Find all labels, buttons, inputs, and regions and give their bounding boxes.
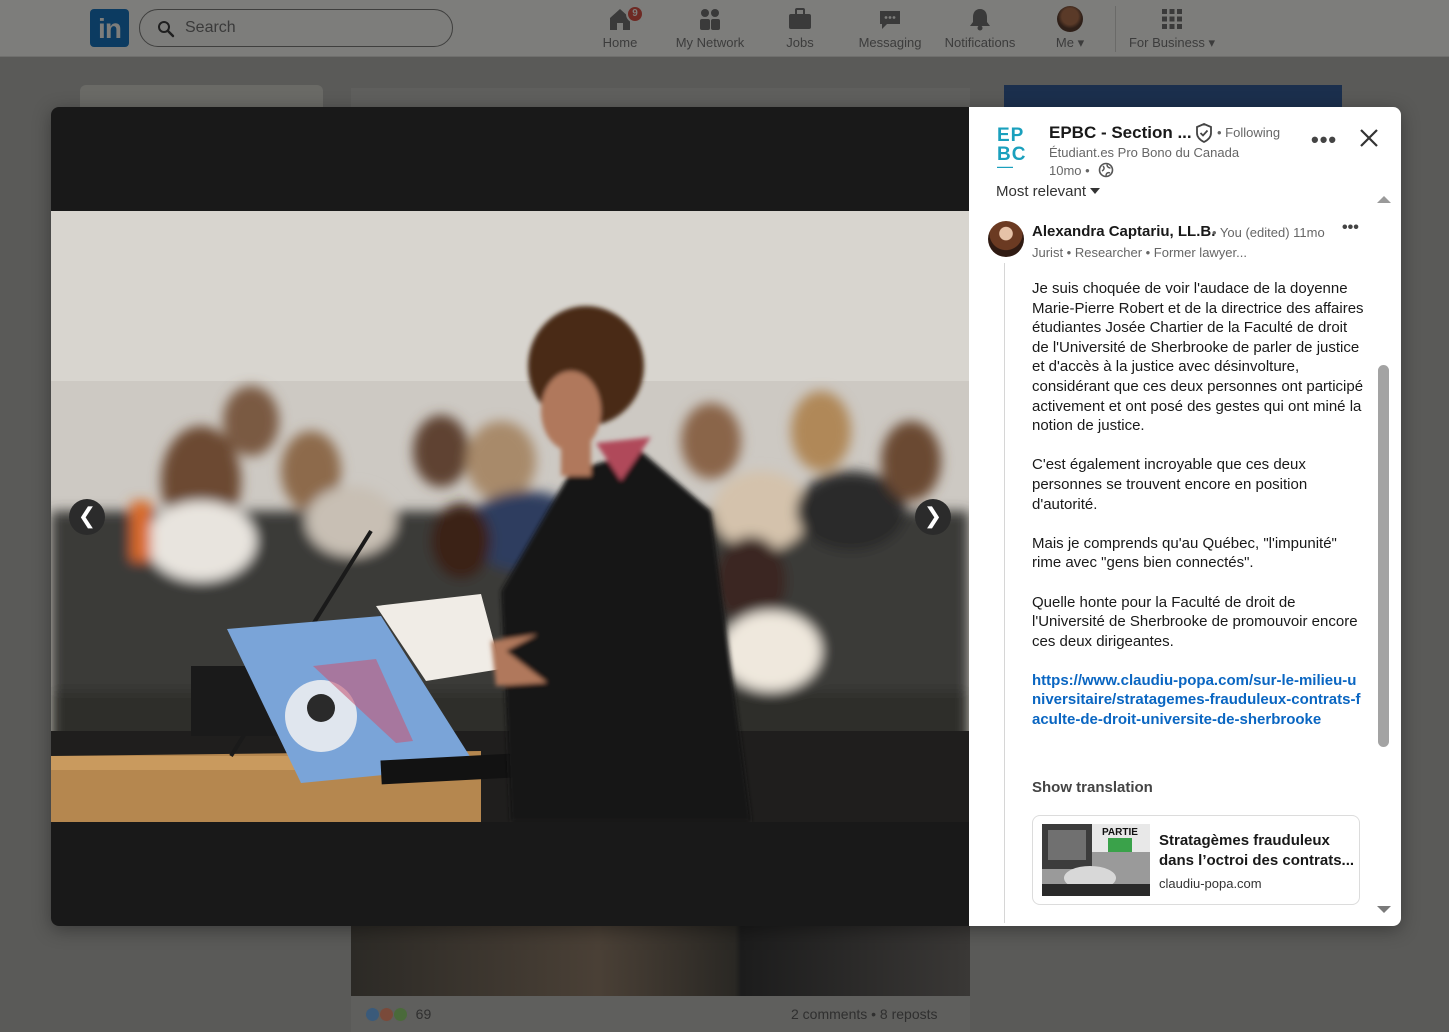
search-bar[interactable]: Search (139, 9, 453, 47)
organization-name[interactable]: EPBC - Section ... (1049, 123, 1192, 143)
scroll-down-arrow-icon[interactable] (1377, 905, 1391, 915)
link-preview-domain: claudiu-popa.com (1159, 876, 1262, 891)
nav-label: Notifications (944, 35, 1016, 50)
previous-image-button[interactable]: ❮ (69, 499, 105, 535)
comment-paragraph: C'est également incroyable que ces deux … (1032, 456, 1308, 513)
verified-shield-icon (1196, 123, 1212, 143)
link-preview-title: Stratagèmes frauduleux dans l’octroi des… (1159, 832, 1355, 869)
reaction-count: 69 (415, 1006, 432, 1022)
post-timestamp: 10mo • (1049, 163, 1090, 178)
love-reaction-icon (378, 1007, 394, 1022)
link-preview-card[interactable]: PARTIE Stratagèmes frauduleux dans l’oct… (1032, 815, 1360, 905)
logo-line-2: BC (997, 144, 1027, 165)
scrollbar-thumb[interactable] (1378, 365, 1389, 747)
following-status[interactable]: • Following (1217, 125, 1280, 140)
nav-me[interactable]: Me ▾ (1025, 6, 1115, 51)
caret-down-icon: ▾ (1208, 35, 1216, 50)
globe-icon (1098, 162, 1114, 178)
close-modal-button[interactable] (1358, 127, 1380, 149)
background-post-image (351, 926, 970, 996)
nav-label: Jobs (786, 35, 814, 50)
comment-paragraph: Quelle honte pour la Faculté de droit de… (1032, 593, 1358, 650)
photo-illustration (51, 211, 969, 822)
thumbnail-illustration: PARTIE (1042, 824, 1150, 896)
briefcase-icon (789, 8, 811, 29)
network-icon (700, 9, 720, 30)
post-more-options-button[interactable]: ••• (1311, 127, 1337, 153)
comment-more-options-button[interactable]: ••• (1342, 219, 1359, 237)
nav-messaging[interactable]: Messaging (845, 6, 935, 51)
reactions-summary[interactable]: 69 (365, 1006, 431, 1022)
comment-body: Je suis choquée de voir l'audace de la d… (1032, 279, 1364, 730)
notification-badge: 9 (626, 5, 644, 23)
bell-icon (970, 9, 990, 31)
search-icon (158, 21, 175, 38)
comment-sort-dropdown[interactable]: Most relevant (996, 183, 1101, 200)
image-viewer: ❮ ❯ (51, 107, 969, 926)
sort-label: Most relevant (996, 183, 1087, 200)
nav-my-network[interactable]: My Network (665, 6, 755, 51)
caret-down-icon (1090, 188, 1101, 194)
logo-line-1: EP (997, 125, 1025, 146)
caret-down-icon: ▾ (1077, 35, 1085, 50)
nav-notifications[interactable]: Notifications (935, 6, 1025, 51)
nav-label: Messaging (858, 35, 922, 50)
thread-line (1004, 263, 1005, 923)
grid-icon (1162, 9, 1182, 29)
linkedin-logo[interactable]: in (90, 9, 129, 47)
like-reaction-icon (365, 1007, 380, 1022)
image-viewer-modal: ❮ ❯ EP BC ▬▬▬▬ EPBC - Section ... • Foll… (51, 107, 1401, 926)
nav-label: My Network (675, 35, 745, 50)
thumbnail-text: PARTIE (1102, 827, 1138, 838)
comment-paragraph: Je suis choquée de voir l'audace de la d… (1032, 280, 1364, 435)
post-stats[interactable]: 2 comments • 8 reposts (791, 1006, 938, 1022)
scroll-up-arrow-icon[interactable] (1377, 194, 1391, 204)
search-input[interactable]: Search (185, 19, 236, 37)
nav-label: Home (602, 35, 638, 50)
global-nav: in Search 9 Home My Network Jobs Messagi… (0, 0, 1449, 57)
nav-home[interactable]: 9 Home (575, 5, 665, 51)
nav-label: Me (1055, 35, 1074, 50)
comment-author[interactable]: Alexandra Captariu, LL.B. (1032, 223, 1215, 240)
messaging-icon (880, 11, 900, 29)
post-photo (51, 211, 969, 822)
organization-subtitle: Étudiant.es Pro Bono du Canada (1049, 145, 1240, 160)
support-reaction-icon (392, 1007, 408, 1022)
avatar (1057, 6, 1083, 32)
comment-author-headline: Jurist • Researcher • Former lawyer... (1032, 245, 1247, 260)
organization-logo[interactable]: EP BC ▬▬▬▬ (997, 126, 1029, 172)
commenter-avatar[interactable] (988, 221, 1024, 257)
link-preview-thumbnail: PARTIE (1042, 824, 1150, 896)
nav-divider (1115, 6, 1116, 52)
comment-meta: • You (edited) 11mo (1212, 225, 1325, 240)
comment-paragraph: Mais je comprends qu'au Québec, "l'impun… (1032, 534, 1337, 572)
nav-label: For Business (1128, 35, 1205, 50)
comment-link[interactable]: https://www.claudiu-popa.com/sur-le-mili… (1032, 671, 1364, 730)
nav-for-business[interactable]: For Business ▾ (1124, 6, 1220, 51)
comments-panel: EP BC ▬▬▬▬ EPBC - Section ... • Followin… (969, 107, 1401, 926)
nav-jobs[interactable]: Jobs (755, 6, 845, 51)
next-image-button[interactable]: ❯ (915, 499, 951, 535)
show-translation-button[interactable]: Show translation (1032, 779, 1153, 796)
